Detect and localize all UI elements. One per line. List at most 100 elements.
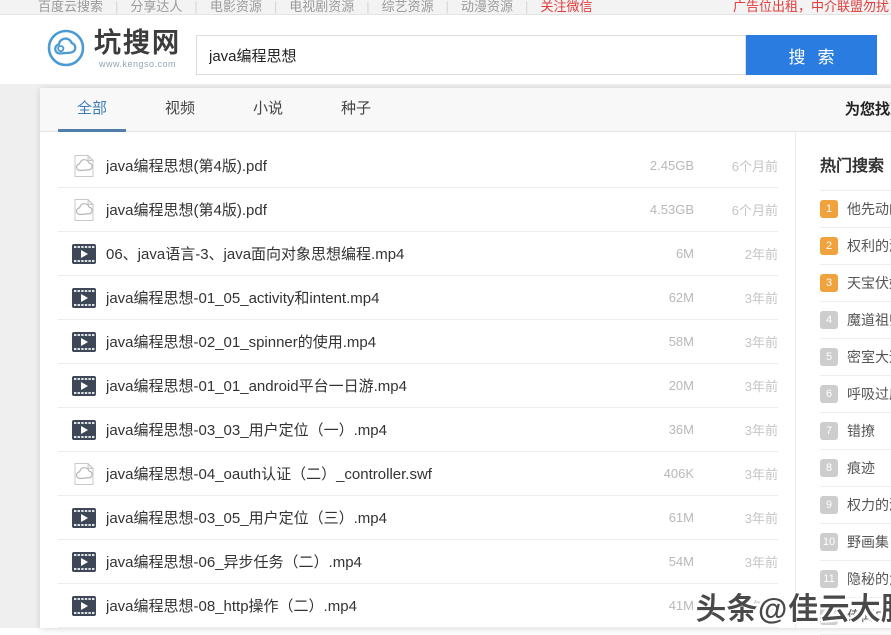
cloud-file-icon [72, 462, 96, 486]
result-row[interactable]: java编程思想-03_05_用户定位（三）.mp461M3年前 [58, 496, 778, 540]
result-row[interactable]: java编程思想-06_异步任务（二）.mp454M3年前 [58, 540, 778, 584]
hot-search-label[interactable]: 呼吸过度 [847, 384, 891, 404]
result-filesize: 54M [614, 554, 694, 569]
result-filesize: 62M [614, 290, 694, 305]
search-input[interactable] [196, 35, 746, 75]
video-file-icon [72, 286, 96, 310]
nav-item[interactable]: 电影资源 [198, 0, 274, 14]
cloud-file-icon [72, 198, 96, 222]
hot-search-label[interactable]: 错撩 [847, 421, 875, 441]
result-row[interactable]: java编程思想-08_http操作（二）.mp441M3年前 [58, 584, 778, 628]
hot-search-label[interactable]: 魔道祖师 [847, 310, 891, 330]
video-file-icon [72, 330, 96, 354]
result-age: 3年前 [694, 288, 778, 307]
result-filename[interactable]: 06、java语言-3、java面向对象思想编程.mp4 [106, 243, 614, 264]
rank-badge: 2 [820, 237, 838, 255]
cloud-file-icon [72, 154, 96, 178]
hot-search-item[interactable]: 6 呼吸过度 [820, 376, 891, 413]
nav-item[interactable]: 综艺资源 [370, 0, 446, 14]
tab-全部[interactable]: 全部 [58, 88, 126, 132]
result-row[interactable]: java编程思想-02_01_spinner的使用.mp458M3年前 [58, 320, 778, 364]
hot-search-label[interactable]: 野画集 [847, 532, 889, 552]
hot-search-item[interactable]: 5密室大逃脱 [820, 339, 891, 376]
result-age: 3年前 [694, 332, 778, 351]
hot-search-label[interactable]: 权利的游戏 [847, 236, 891, 256]
rank-badge: 7 [820, 422, 838, 440]
nav-item-follow-wechat[interactable]: 关注微信 [528, 0, 604, 14]
tab-视频[interactable]: 视频 [146, 88, 214, 132]
result-filename[interactable]: java编程思想-08_http操作（二）.mp4 [106, 595, 614, 616]
hot-search-label[interactable]: 传闻中的 [847, 606, 891, 626]
result-filename[interactable]: java编程思想-04_oauth认证（二）_controller.swf [106, 463, 614, 484]
video-file-icon [72, 550, 96, 574]
result-filename[interactable]: java编程思想-03_05_用户定位（三）.mp4 [106, 507, 614, 528]
result-filename[interactable]: java编程思想(第4版).pdf [106, 199, 614, 220]
result-tabs: 全部视频小说种子 为您找到 [40, 88, 891, 132]
result-row[interactable]: java编程思想-03_03_用户定位（一）.mp436M3年前 [58, 408, 778, 452]
hot-search-item[interactable]: 1他先动的 [820, 191, 891, 228]
nav-item[interactable]: 电视剧资源 [277, 0, 366, 14]
video-file-icon [72, 418, 96, 442]
content-area: java编程思想(第4版).pdf2.45GB6个月前java编程思想(第4版)… [40, 132, 891, 628]
result-filename[interactable]: java编程思想-01_01_android平台一日游.mp4 [106, 375, 614, 396]
hot-search-sidebar: 热门搜索 1他先动的 2 权利的游戏 3 天宝伏妖录 4 魔道祖师 5密室大逃脱 6 呼吸过度 7错… [796, 132, 891, 628]
rank-badge: 4 [820, 311, 838, 329]
search-button[interactable]: 搜索 [746, 35, 877, 75]
hot-search-item[interactable]: 9权力的游戏 [820, 487, 891, 524]
result-age: 6个月前 [694, 200, 778, 219]
result-row[interactable]: java编程思想-04_oauth认证（二）_controller.swf406… [58, 452, 778, 496]
result-row[interactable]: java编程思想-01_01_android平台一日游.mp420M3年前 [58, 364, 778, 408]
result-age: 2年前 [694, 244, 778, 263]
result-age: 3年前 [694, 596, 778, 615]
hot-search-label[interactable]: 隐秘的角落 [847, 569, 891, 589]
result-filesize: 36M [614, 422, 694, 437]
rank-badge: 6 [820, 385, 838, 403]
main-panel: 全部视频小说种子为您找到 java编程思想(第4版).pdf2.45GB6个月前… [40, 88, 891, 628]
result-filename[interactable]: java编程思想-06_异步任务（二）.mp4 [106, 551, 614, 572]
rank-badge: 11 [820, 570, 838, 588]
result-filename[interactable]: java编程思想-02_01_spinner的使用.mp4 [106, 331, 614, 352]
result-filename[interactable]: java编程思想(第4版).pdf [106, 155, 614, 176]
logo-text: 坑搜网 www.kengso.com [94, 28, 181, 73]
rank-badge: 10 [820, 533, 838, 551]
rank-badge: 8 [820, 459, 838, 477]
hot-search-label[interactable]: 痕迹 [847, 458, 875, 478]
tab-种子[interactable]: 种子 [322, 88, 390, 132]
result-filesize: 2.45GB [614, 158, 694, 173]
result-row[interactable]: java编程思想(第4版).pdf2.45GB6个月前 [58, 144, 778, 188]
hot-search-item[interactable]: 8 痕迹 [820, 450, 891, 487]
hot-search-item[interactable]: 12 传闻中的 [820, 598, 891, 635]
result-age: 3年前 [694, 552, 778, 571]
result-filesize: 58M [614, 334, 694, 349]
hot-search-label[interactable]: 天宝伏妖录 [847, 273, 891, 293]
results-found-note: 为您找到 [845, 88, 891, 132]
hot-search-item[interactable]: 4 魔道祖师 [820, 302, 891, 339]
result-row[interactable]: java编程思想(第4版).pdf4.53GB6个月前 [58, 188, 778, 232]
rank-badge: 3 [820, 274, 838, 292]
hot-search-title: 热门搜索 [820, 132, 891, 191]
hot-search-label[interactable]: 他先动的 [847, 199, 891, 219]
hot-search-item[interactable]: 7 错撩 [820, 413, 891, 450]
hot-search-item[interactable]: 10 野画集 [820, 524, 891, 561]
result-filesize: 4.53GB [614, 202, 694, 217]
site-logo[interactable]: 坑搜网 www.kengso.com [46, 28, 181, 73]
hot-search-label[interactable]: 权力的游戏 [847, 495, 891, 515]
hot-search-label[interactable]: 密室大逃脱 [847, 347, 891, 367]
result-filesize: 20M [614, 378, 694, 393]
hot-search-item[interactable]: 2 权利的游戏 [820, 228, 891, 265]
rank-badge: 12 [820, 607, 838, 625]
nav-item[interactable]: 百度云搜索 [38, 0, 115, 14]
hot-search-item[interactable]: 3 天宝伏妖录 [820, 265, 891, 302]
result-filename[interactable]: java编程思想-03_03_用户定位（一）.mp4 [106, 419, 614, 440]
result-filename[interactable]: java编程思想-01_05_activity和intent.mp4 [106, 287, 614, 308]
result-age: 3年前 [694, 508, 778, 527]
result-filesize: 406K [614, 466, 694, 481]
result-row[interactable]: java编程思想-01_05_activity和intent.mp462M3年前 [58, 276, 778, 320]
nav-item[interactable]: 分享达人 [118, 0, 194, 14]
nav-item[interactable]: 动漫资源 [449, 0, 525, 14]
tab-小说[interactable]: 小说 [234, 88, 302, 132]
result-filesize: 41M [614, 598, 694, 613]
result-age: 3年前 [694, 376, 778, 395]
hot-search-item[interactable]: 11 隐秘的角落 [820, 561, 891, 598]
result-row[interactable]: 06、java语言-3、java面向对象思想编程.mp46M2年前 [58, 232, 778, 276]
